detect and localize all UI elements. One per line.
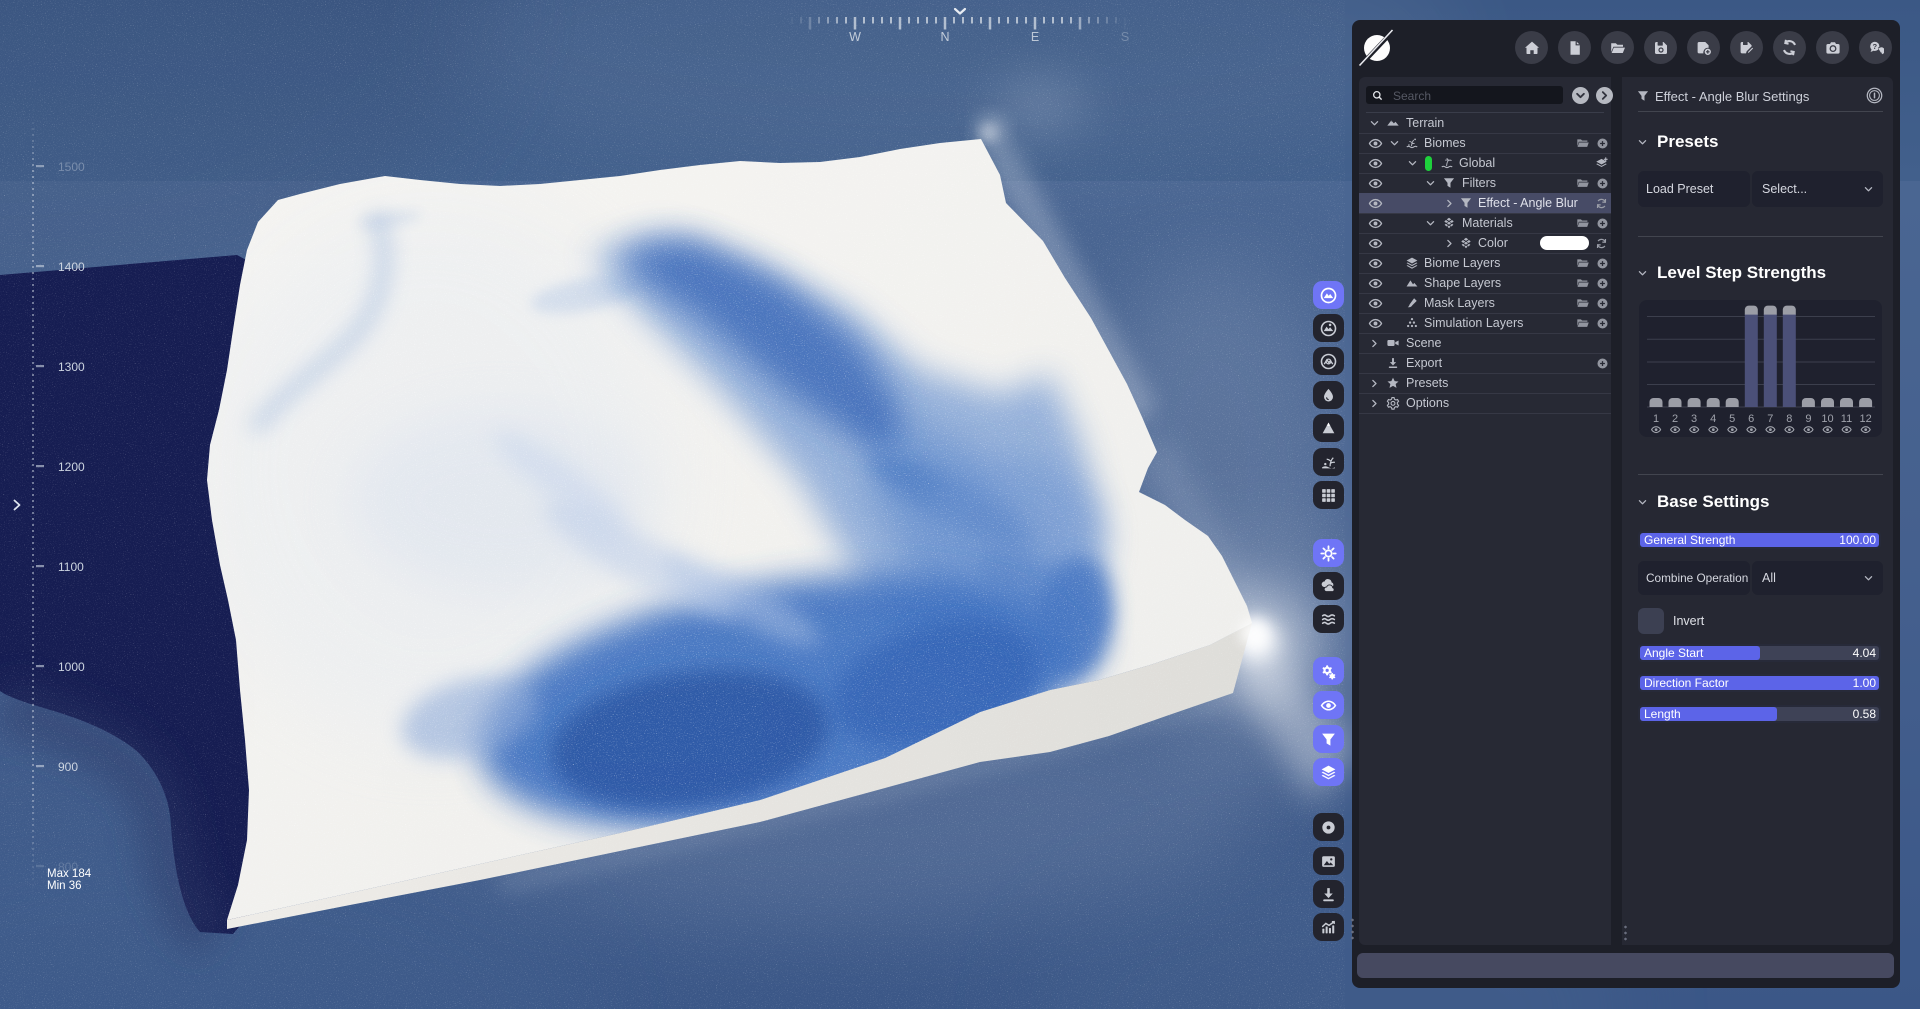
svg-text:?: ? xyxy=(1872,42,1877,51)
svg-text:8: 8 xyxy=(1786,413,1792,425)
svg-text:6: 6 xyxy=(1748,413,1754,425)
svg-text:5: 5 xyxy=(1729,413,1735,425)
svg-text:3: 3 xyxy=(1691,413,1697,425)
svg-text:10: 10 xyxy=(1821,413,1833,425)
svg-text:1: 1 xyxy=(1653,413,1659,425)
svg-text:4: 4 xyxy=(1710,413,1716,425)
svg-text:2: 2 xyxy=(1672,413,1678,425)
svg-text:7: 7 xyxy=(1767,413,1773,425)
svg-text:11: 11 xyxy=(1841,413,1852,425)
svg-text:12: 12 xyxy=(1859,413,1871,425)
svg-text:9: 9 xyxy=(1805,413,1811,425)
